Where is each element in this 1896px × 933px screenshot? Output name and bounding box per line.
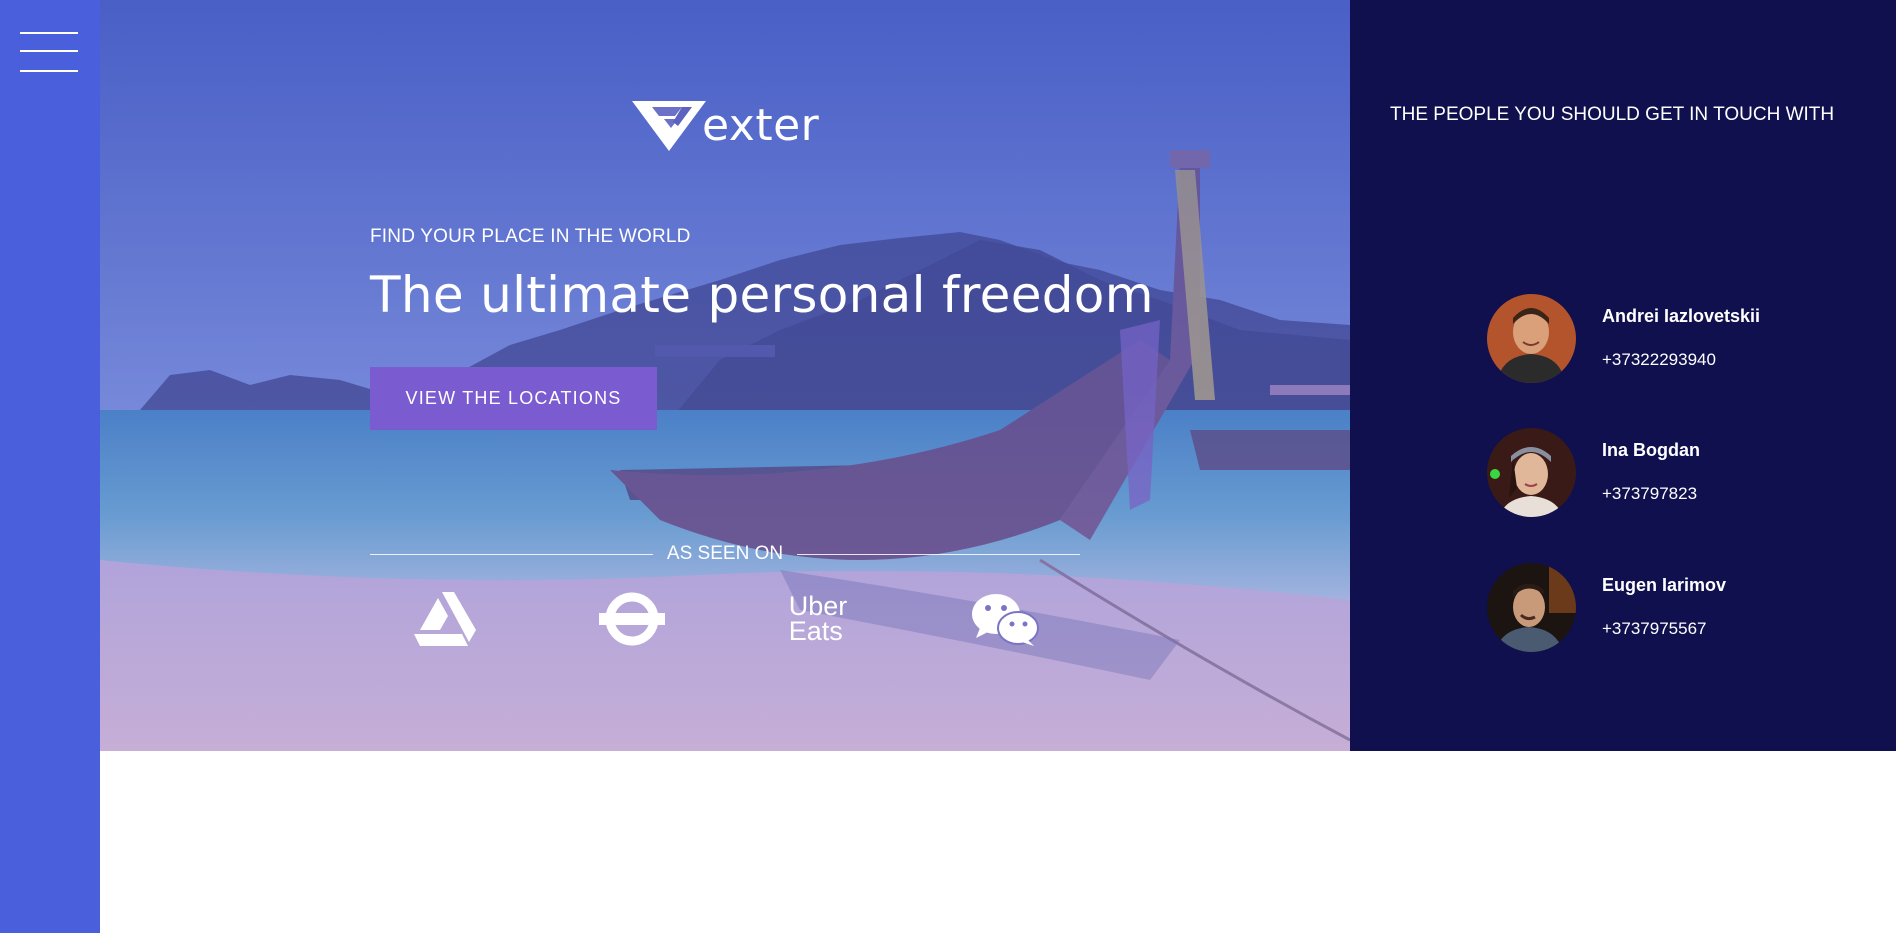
hero-headline: The ultimate personal freedom: [370, 266, 1154, 324]
avatar[interactable]: [1487, 428, 1576, 517]
contact-card: Eugen Iarimov +3737975567: [1487, 563, 1867, 655]
as-seen-on-divider: AS SEEN ON: [370, 543, 1080, 565]
avatar[interactable]: [1487, 294, 1576, 383]
sidebar: [0, 0, 100, 933]
hero-section: exter FIND YOUR PLACE IN THE WORLD The u…: [100, 0, 1350, 751]
contact-card: Andrei Iazlovetskii +37322293940: [1487, 294, 1867, 386]
contact-name: Andrei Iazlovetskii: [1602, 306, 1761, 326]
as-seen-on-label: AS SEEN ON: [666, 543, 784, 564]
v-chevron-logo-icon: [632, 101, 706, 151]
contact-phone-link[interactable]: +373797823: [1602, 484, 1697, 504]
uber-eats-line-2: Eats: [788, 616, 843, 646]
contacts-title: THE PEOPLE YOU SHOULD GET IN TOUCH WITH: [1390, 104, 1835, 125]
wechat-logo-icon[interactable]: [965, 588, 1045, 650]
artstation-logo-icon[interactable]: [405, 588, 485, 650]
uber-eats-logo-icon[interactable]: Uber Eats: [778, 588, 858, 650]
contact-phone-link[interactable]: +3737975567: [1602, 619, 1706, 639]
view-locations-button[interactable]: VIEW THE LOCATIONS: [370, 367, 657, 430]
divider-line-left: [370, 554, 653, 555]
divider-line-right: [797, 554, 1080, 555]
hero-tagline: FIND YOUR PLACE IN THE WORLD: [370, 226, 691, 247]
contact-card: Ina Bogdan +373797823: [1487, 428, 1867, 520]
contact-name: Ina Bogdan: [1602, 440, 1700, 460]
logo-wordmark: exter: [702, 100, 820, 151]
contact-name: Eugen Iarimov: [1602, 575, 1727, 595]
content-area-empty: [100, 751, 1896, 933]
brand-logo[interactable]: exter: [630, 96, 830, 156]
contacts-panel: THE PEOPLE YOU SHOULD GET IN TOUCH WITH …: [1350, 0, 1896, 751]
london-underground-logo-icon[interactable]: [592, 588, 672, 650]
avatar[interactable]: [1487, 563, 1576, 652]
hamburger-menu-icon[interactable]: [20, 30, 78, 74]
contact-phone-link[interactable]: +37322293940: [1602, 350, 1716, 370]
